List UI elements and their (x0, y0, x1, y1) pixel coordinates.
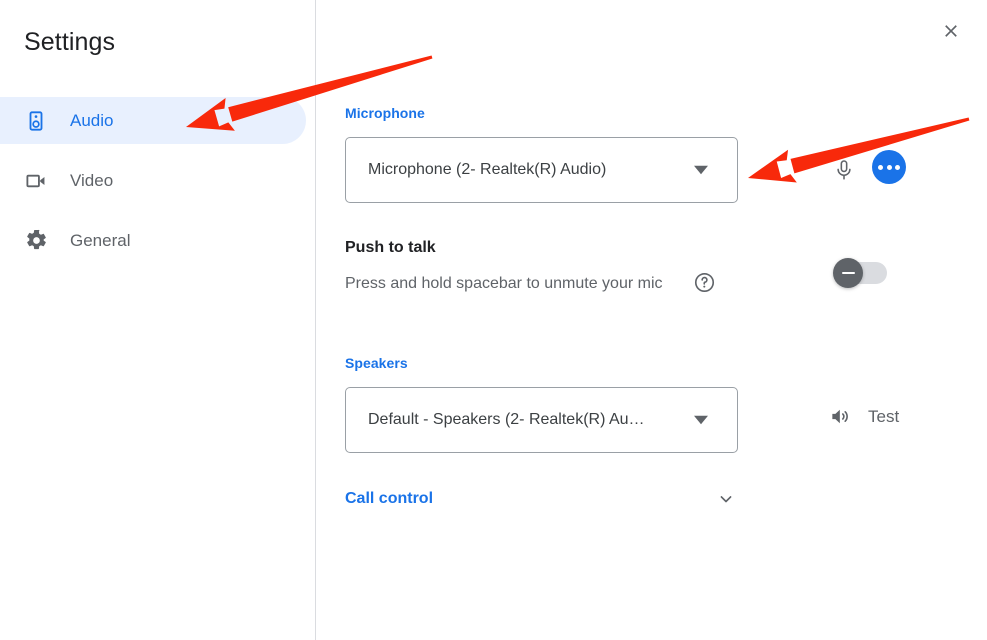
sidebar: Settings Audio Video General (0, 0, 316, 640)
push-to-talk-title: Push to talk (345, 239, 436, 256)
sidebar-nav-list: Audio Video General (0, 97, 306, 277)
toggle-knob (833, 258, 863, 288)
microphone-section-label: Microphone (345, 105, 425, 121)
volume-up-icon (829, 405, 852, 428)
microphone-select-value: Microphone (2- Realtek(R) Audio) (368, 161, 607, 178)
microphone-more-options-button[interactable] (872, 150, 906, 184)
microphone-select[interactable]: Microphone (2- Realtek(R) Audio) (345, 137, 738, 203)
gear-icon (24, 229, 48, 253)
speaker-icon (24, 109, 48, 133)
chevron-down-icon (714, 487, 738, 511)
sidebar-item-general[interactable]: General (0, 217, 306, 264)
speakers-select-value: Default - Speakers (2- Realtek(R) Au… (368, 411, 645, 428)
videocam-icon (24, 169, 48, 193)
settings-dialog: Settings Audio Video General Microphone … (0, 0, 987, 640)
help-circle-icon[interactable] (692, 270, 716, 294)
speakers-select[interactable]: Default - Speakers (2- Realtek(R) Au… (345, 387, 738, 453)
sidebar-item-audio[interactable]: Audio (0, 97, 306, 144)
content-pane: Microphone Microphone (2- Realtek(R) Aud… (317, 0, 987, 640)
push-to-talk-toggle[interactable] (833, 258, 887, 288)
sidebar-item-label-general: General (70, 230, 131, 250)
more-horizontal-icon (877, 164, 902, 170)
page-title: Settings (24, 28, 116, 56)
speakers-section-label: Speakers (345, 355, 408, 371)
microphone-icon[interactable] (830, 154, 858, 186)
speaker-test-button[interactable]: Test (829, 405, 899, 428)
sidebar-item-label-audio: Audio (70, 110, 114, 130)
chevron-down-icon (687, 163, 715, 177)
push-to-talk-description: Press and hold spacebar to unmute your m… (345, 275, 663, 292)
chevron-down-icon (687, 413, 715, 427)
speaker-test-label: Test (868, 406, 900, 426)
call-control-section[interactable]: Call control (345, 485, 738, 513)
sidebar-item-video[interactable]: Video (0, 157, 306, 204)
sidebar-item-label-video: Video (70, 170, 114, 190)
call-control-label: Call control (345, 490, 434, 507)
